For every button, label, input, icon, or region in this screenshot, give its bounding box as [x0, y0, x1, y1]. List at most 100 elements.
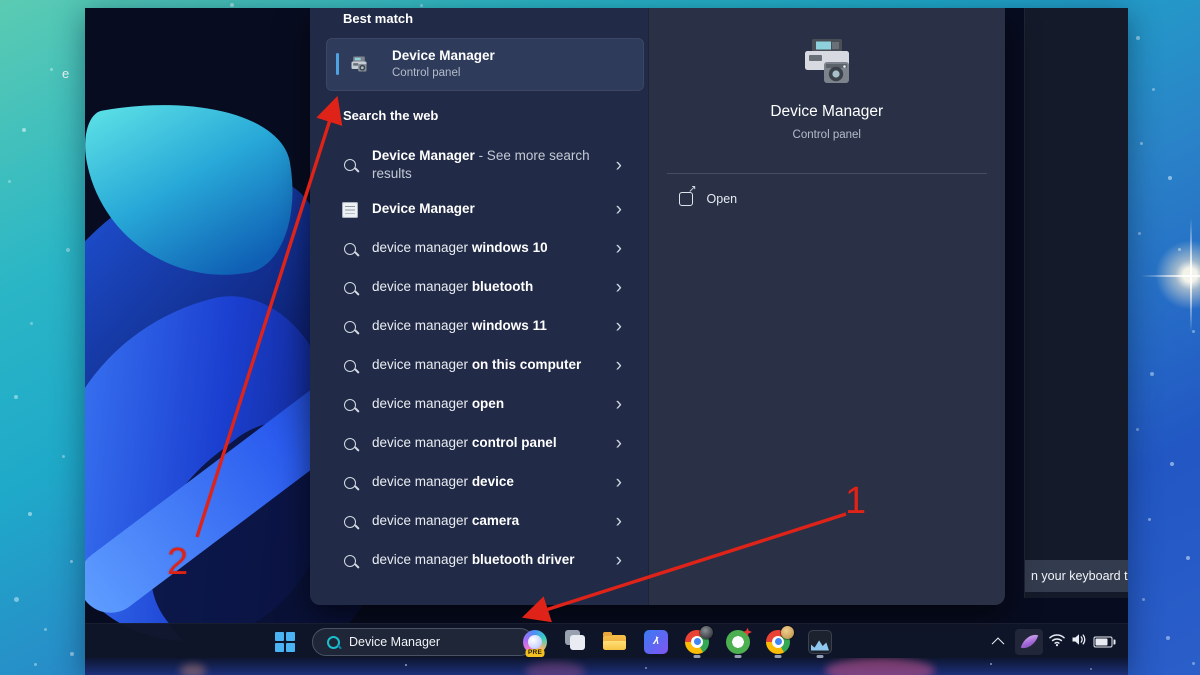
- search-icon: [340, 516, 360, 528]
- hint-text: n your keyboard to t: [1025, 560, 1128, 592]
- windows-logo-icon: [275, 632, 295, 652]
- suggestion-text: device manager on this computer: [372, 356, 608, 374]
- m-app-icon: ∕∕\: [644, 630, 668, 654]
- chevron-right-icon: ›: [616, 512, 622, 531]
- sparkle: [70, 560, 73, 563]
- task-view-button[interactable]: [563, 630, 587, 654]
- search-icon: [340, 243, 360, 255]
- sparkle: [1168, 176, 1172, 180]
- sparkle: [1148, 518, 1151, 521]
- sparkle: [1186, 556, 1190, 560]
- task-manager-icon: [808, 630, 832, 654]
- best-match-title: Device Manager: [392, 48, 495, 63]
- search-suggestion[interactable]: Device Manager - See more search results…: [310, 140, 648, 190]
- sparkle: [70, 652, 74, 656]
- chevron-right-icon: ›: [616, 434, 622, 453]
- search-icon: [340, 159, 360, 171]
- file-explorer-icon: [603, 635, 626, 650]
- sparkle: [420, 4, 423, 7]
- task-manager-button[interactable]: [808, 630, 832, 654]
- sparkle: [28, 512, 32, 516]
- chrome-profile-1-button[interactable]: [685, 630, 709, 654]
- chrome-profile-2-button[interactable]: [766, 630, 790, 654]
- suggestion-text: device manager control panel: [372, 434, 608, 452]
- wifi-icon: [1049, 632, 1066, 646]
- search-suggestion[interactable]: device manager open›: [310, 385, 648, 424]
- search-icon: [344, 477, 356, 489]
- sparkle: [1166, 636, 1170, 640]
- search-input-value: Device Manager: [349, 635, 440, 649]
- search-suggestion[interactable]: device manager windows 10›: [310, 229, 648, 268]
- search-suggestion[interactable]: device manager control panel ›: [310, 424, 648, 463]
- m-app-button[interactable]: ∕∕\: [644, 630, 668, 654]
- sparkle: [62, 455, 65, 458]
- chevron-right-icon: ›: [616, 551, 622, 570]
- result-preview-panel: Device Manager Control panel Open: [648, 8, 1005, 605]
- wifi-button[interactable]: [1049, 632, 1066, 651]
- sparkle: [34, 663, 37, 666]
- selection-accent-bar: [336, 53, 339, 75]
- chevron-right-icon: ›: [616, 473, 622, 492]
- hidden-icons-chevron[interactable]: [992, 637, 1005, 650]
- search-icon: [340, 321, 360, 333]
- taskbar-search-box[interactable]: Device Manager: [312, 628, 534, 656]
- preview-subtitle: Control panel: [649, 129, 1005, 141]
- green-browser-button[interactable]: [726, 630, 750, 654]
- search-icon: [344, 516, 356, 528]
- search-icon: [340, 282, 360, 294]
- background-hint-window[interactable]: n your keyboard to t: [1024, 8, 1128, 598]
- search-icon: [344, 360, 356, 372]
- search-suggestion[interactable]: device manager device›: [310, 463, 648, 502]
- sparkle: [1170, 462, 1174, 466]
- search-icon: [344, 321, 356, 333]
- search-icon: [344, 159, 356, 171]
- battery-icon: [1094, 636, 1113, 647]
- search-icon: [344, 555, 356, 567]
- best-match-subtitle: Control panel: [392, 67, 460, 79]
- battery-button[interactable]: [1094, 636, 1113, 647]
- chevron-right-icon: ›: [616, 356, 622, 375]
- search-icon: [340, 438, 360, 450]
- copilot-button[interactable]: PRE: [523, 630, 547, 654]
- search-suggestion[interactable]: device manager windows 11›: [310, 307, 648, 346]
- profile-avatar: [700, 626, 713, 639]
- page: e n your keyboard to t Best match: [0, 0, 1200, 675]
- preview-title: Device Manager: [649, 103, 1005, 121]
- search-results-panel: Best match Device Manager Control panel: [310, 8, 648, 605]
- search-suggestion[interactable]: device manager bluetooth driver›: [310, 541, 648, 580]
- start-button[interactable]: [275, 632, 295, 652]
- best-match-header: Best match: [343, 11, 413, 26]
- sparkle: [22, 128, 26, 132]
- sparkle: [1178, 248, 1181, 251]
- windows-screenshot: n your keyboard to t Best match: [85, 8, 1128, 675]
- search-suggestion[interactable]: Device Manager›: [310, 190, 648, 229]
- best-match-result[interactable]: Device Manager Control panel: [326, 38, 644, 91]
- search-icon: [344, 282, 356, 294]
- sparkle: [1150, 372, 1154, 376]
- file-explorer-button[interactable]: [603, 630, 627, 654]
- sparkle: [1142, 598, 1145, 601]
- search-suggestion[interactable]: device manager on this computer ›: [310, 346, 648, 385]
- sparkle: [14, 597, 19, 602]
- suggestion-text: device manager open: [372, 395, 608, 413]
- search-icon: [344, 243, 356, 255]
- sparkle: [1192, 330, 1195, 333]
- tray-feather-app[interactable]: [1015, 629, 1043, 655]
- sparkle: [30, 322, 33, 325]
- bottom-blur-strip: [85, 658, 1128, 675]
- volume-button[interactable]: [1071, 632, 1087, 651]
- open-action[interactable]: Open: [667, 186, 987, 212]
- chevron-right-icon: ›: [616, 317, 622, 336]
- copilot-pre-badge: PRE: [526, 649, 545, 657]
- chevron-right-icon: ›: [616, 239, 622, 258]
- sparkle: [50, 68, 53, 71]
- feather-icon: [1020, 631, 1038, 651]
- sparkle: [1136, 36, 1140, 40]
- device-manager-large-icon: [799, 36, 855, 92]
- search-suggestion[interactable]: device manager camera›: [310, 502, 648, 541]
- start-search-window: Best match Device Manager Control panel: [310, 8, 1005, 605]
- sparkle: [66, 248, 70, 252]
- suggestion-text: device manager bluetooth: [372, 278, 608, 296]
- green-browser-icon: [726, 630, 750, 654]
- search-suggestion[interactable]: device manager bluetooth›: [310, 268, 648, 307]
